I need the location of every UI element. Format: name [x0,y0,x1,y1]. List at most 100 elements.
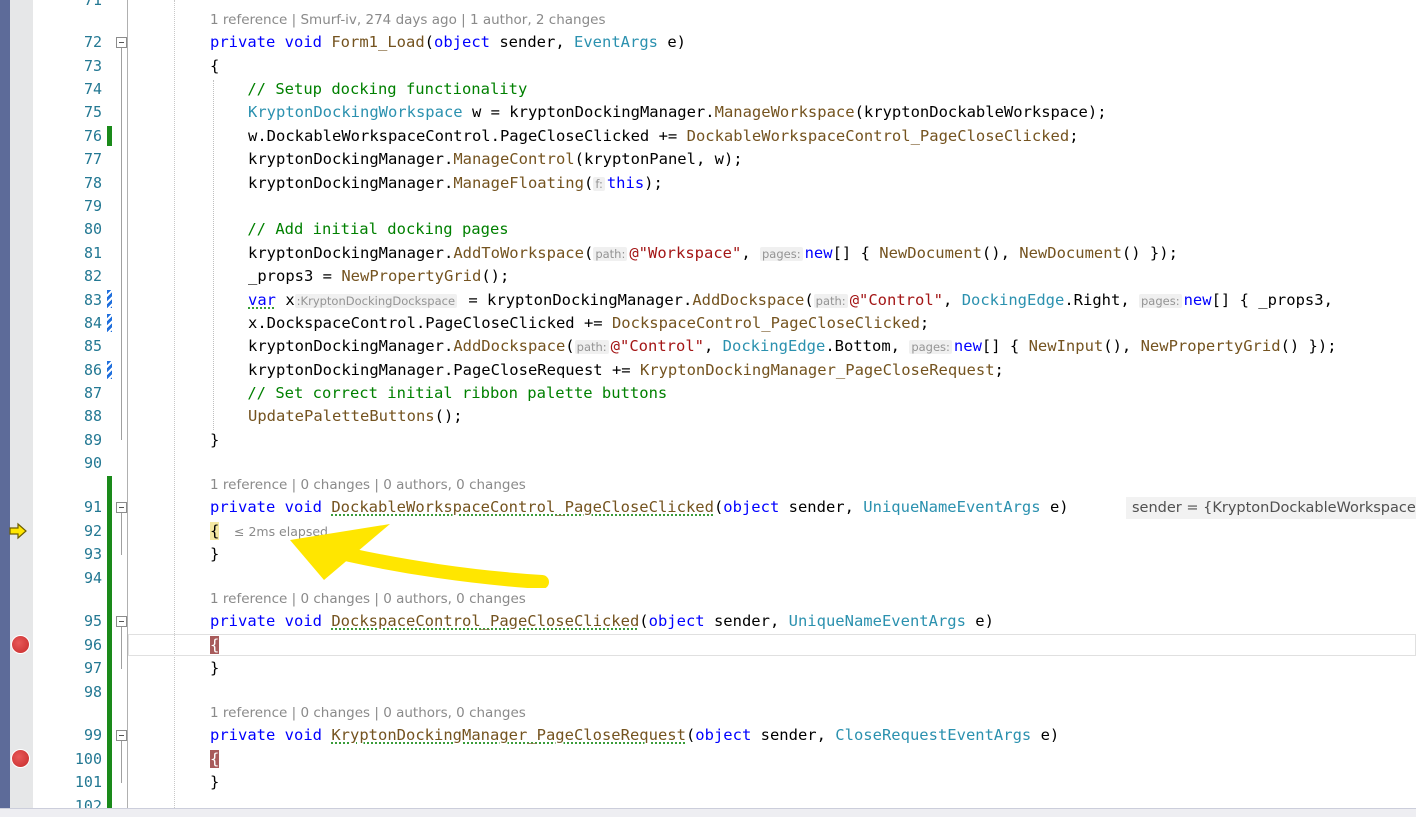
collapse-icon[interactable] [116,37,127,48]
breakpoint-brace: { [210,750,220,768]
code-text: ; [1069,127,1079,145]
code-text: ; [994,361,1004,379]
code-line[interactable]: } [210,430,219,450]
code-text: sender, [704,612,789,630]
line-number: 96 [83,636,102,654]
method-name: AddDockspace [692,291,805,309]
code-line[interactable]: kryptonDockingManager.PageCloseRequest +… [248,360,1004,380]
code-comment[interactable]: // Set correct initial ribbon palette bu… [210,383,667,403]
inline-parameter-hint: pages: [1139,294,1182,308]
code-line[interactable]: private void DockableWorkspaceControl_Pa… [210,497,1069,517]
keyword: object [695,726,752,744]
method-name: DockspaceControl_PageCloseClicked [331,612,640,630]
code-text: ( [583,174,594,192]
code-line[interactable]: kryptonDockingManager.ManageControl(kryp… [248,149,743,169]
code-line[interactable]: } [210,772,219,792]
code-line[interactable]: { [210,56,219,76]
inline-datatip[interactable]: sender = {KryptonDockableWorkspace [1126,497,1416,519]
line-number: 99 [83,726,102,744]
code-text: .Bottom, [825,337,910,355]
line-number: 91 [83,498,102,516]
collapse-icon[interactable] [116,502,127,513]
code-text: e) [1031,726,1060,744]
code-comment[interactable]: // Setup docking functionality [210,79,527,99]
code-text: kryptonDockingManager. [248,244,454,262]
line-number: 83 [83,291,102,309]
change-indicator [107,476,112,808]
code-line[interactable]: private void Form1_Load(object sender, E… [210,32,686,52]
code-line[interactable]: { [210,521,220,541]
method-name: ManageControl [453,150,575,168]
change-indicator-saved [107,314,112,332]
code-text: () }); [1121,244,1178,262]
change-indicator-saved [107,290,112,308]
codelens-info[interactable]: 1 reference | 0 changes | 0 authors, 0 c… [210,475,526,495]
line-number: 94 [83,569,102,587]
fold-line [121,513,122,555]
code-text: , [943,291,962,309]
collapse-icon[interactable] [116,730,127,741]
code-text: x [276,291,295,309]
code-text: (), [1103,337,1141,355]
codelens-info[interactable]: 1 reference | 0 changes | 0 authors, 0 c… [210,589,526,609]
collapse-icon[interactable] [116,616,127,627]
line-number: 72 [83,33,102,51]
code-text: sender, [490,33,575,51]
line-number: 95 [83,612,102,630]
line-number: 73 [83,57,102,75]
breakpoint-brace: { [210,636,220,654]
code-line[interactable]: kryptonDockingManager.ManageFloating(f: t… [248,173,663,193]
code-line[interactable]: UpdatePaletteButtons(); [248,406,463,426]
code-line[interactable]: } [210,658,219,678]
indent-guide [213,80,215,430]
change-indicator [107,126,112,146]
code-text: , [741,244,760,262]
keyword: void [284,33,322,51]
line-number: 92 [83,522,102,540]
type-name: CloseRequestEventArgs [835,726,1032,744]
code-line[interactable]: { [210,635,220,655]
keyword: var [248,291,276,309]
string-literal: @"Workspace" [629,244,742,262]
code-line[interactable]: { [210,749,220,769]
type-name: DockingEdge [722,337,826,355]
code-line[interactable]: private void KryptonDockingManager_PageC… [210,725,1059,745]
code-comment[interactable]: // Add initial docking pages [210,219,508,239]
line-number: 93 [83,545,102,563]
code-line[interactable]: kryptonDockingManager.AddToWorkspace(pat… [248,243,1178,263]
line-number: 77 [83,150,102,168]
glyph-margin[interactable] [10,0,33,816]
codelens-info[interactable]: 1 reference | Smurf-iv, 274 days ago | 1… [210,10,606,30]
code-text: ( [639,612,649,630]
code-line[interactable]: kryptonDockingManager.AddDockspace(path:… [248,336,1337,356]
code-text: ( [685,726,696,744]
method-name: NewDocument [879,244,982,262]
type-name: KryptonDockingWorkspace [248,103,463,121]
keyword: void [284,726,322,744]
code-text: (kryptonPanel, w); [574,150,743,168]
code-line[interactable]: _props3 = NewPropertyGrid(); [248,266,509,286]
annotation-arrow [290,524,549,588]
breakpoint-icon[interactable] [11,635,30,654]
current-line-highlight [128,634,1416,656]
method-name: ManageFloating [453,174,584,192]
code-line[interactable]: private void DockspaceControl_PageCloseC… [210,611,994,631]
line-number: 85 [83,337,102,355]
code-line[interactable]: } [210,544,219,564]
breakpoint-icon[interactable] [11,749,30,768]
code-text: sender, [779,498,864,516]
code-line[interactable]: x.DockspaceControl.PageCloseClicked += D… [248,313,929,333]
line-number: 90 [83,454,102,472]
method-name: UpdatePaletteButtons [248,407,435,425]
line-number: 79 [83,197,102,215]
code-line[interactable]: KryptonDockingWorkspace w = kryptonDocki… [248,102,1107,122]
code-line[interactable]: w.DockableWorkspaceControl.PageCloseClic… [248,126,1079,146]
codelens-info[interactable]: 1 reference | 0 changes | 0 authors, 0 c… [210,703,526,723]
code-line[interactable]: var x:KryptonDockingDockspace = kryptonD… [248,290,1333,310]
method-name: NewPropertyGrid [1140,337,1281,355]
string-literal: @"Control" [849,291,944,309]
line-number: 86 [83,361,102,379]
type-name: UniqueNameEventArgs [863,498,1041,516]
code-text: kryptonDockingManager. [248,337,454,355]
keyword: this [606,174,645,192]
